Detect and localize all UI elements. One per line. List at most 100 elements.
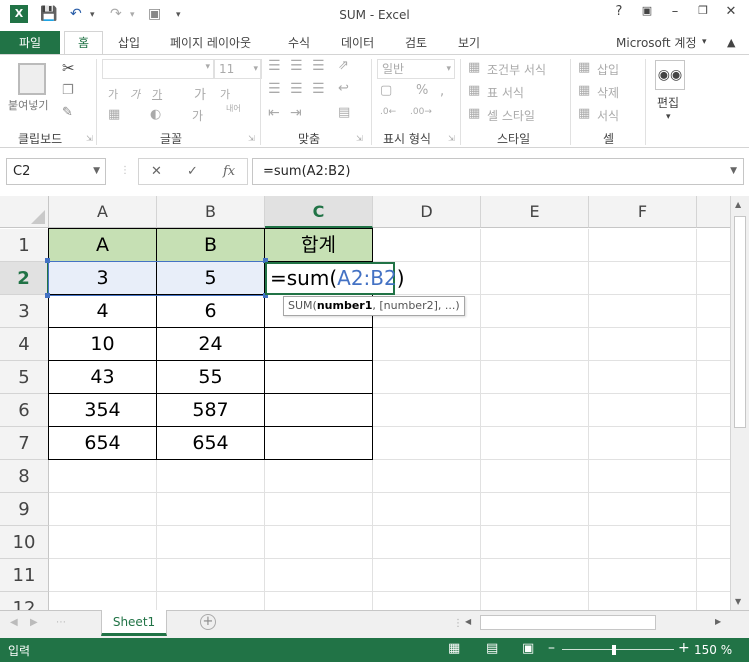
ribbon-display-options-icon[interactable]: ▣ xyxy=(636,4,658,24)
collapse-ribbon-icon[interactable]: ▲ xyxy=(727,36,735,49)
column-header-b[interactable]: B xyxy=(157,196,265,228)
currency-icon[interactable]: ▢ xyxy=(380,83,392,98)
decrease-decimal-icon[interactable]: .00→ xyxy=(410,107,432,117)
cell-b6[interactable]: 587 xyxy=(157,394,265,427)
zoom-out-icon[interactable]: – xyxy=(548,640,555,656)
select-all-corner[interactable] xyxy=(0,196,49,228)
row-header-6[interactable]: 6 xyxy=(0,394,49,427)
account-dropdown-icon[interactable]: ▾ xyxy=(702,37,707,47)
active-cell-editor[interactable]: =sum(A2:B2) xyxy=(265,262,405,295)
row-header-10[interactable]: 10 xyxy=(0,526,49,559)
page-layout-view-icon[interactable]: ▤ xyxy=(486,641,498,656)
alignment-launcher-icon[interactable]: ⇲ xyxy=(356,134,363,143)
tab-page-layout[interactable]: 페이지 레이아웃 xyxy=(170,34,251,51)
binoculars-icon[interactable]: ◉◉ xyxy=(655,60,685,90)
decrease-indent-icon[interactable]: ⇤ xyxy=(268,105,280,121)
cell-c6[interactable] xyxy=(265,394,373,427)
wrap-text-icon[interactable]: ↩ xyxy=(338,81,349,96)
merge-center-icon[interactable]: ▤ xyxy=(338,105,350,120)
cell-b1[interactable]: B xyxy=(157,229,265,262)
tab-insert[interactable]: 삽입 xyxy=(118,34,140,51)
font-size-combo[interactable]: 11 ▾ xyxy=(214,59,262,79)
comma-icon[interactable]: , xyxy=(440,84,444,99)
cell-a1[interactable]: A xyxy=(49,229,157,262)
expand-formula-bar-icon[interactable]: ▼ xyxy=(730,159,737,184)
format-as-table-button[interactable]: 표 서식 xyxy=(487,84,524,101)
cell-b2[interactable]: 5 xyxy=(157,262,265,295)
decrease-font-icon[interactable]: 가 xyxy=(220,86,230,102)
border-icon[interactable]: ▦ xyxy=(108,107,120,122)
scroll-left-icon[interactable]: ◀ xyxy=(465,617,471,626)
cell-c4[interactable] xyxy=(265,328,373,361)
row-header-7[interactable]: 7 xyxy=(0,427,49,460)
restore-button[interactable]: ❐ xyxy=(692,4,714,24)
insert-cells-icon[interactable]: ▦ xyxy=(578,60,590,75)
cell-c1[interactable]: 합계 xyxy=(265,229,373,262)
clipboard-launcher-icon[interactable]: ⇲ xyxy=(86,134,93,143)
cell-b3[interactable]: 6 xyxy=(157,295,265,328)
editing-dropdown-icon[interactable]: ▾ xyxy=(666,112,671,122)
column-header-e[interactable]: E xyxy=(481,196,589,228)
sheet-list-icon[interactable]: ⋯ xyxy=(56,617,66,628)
phonetic-button[interactable]: 내어 xyxy=(226,104,242,113)
cell-a7[interactable]: 654 xyxy=(49,427,157,460)
cell-b4[interactable]: 24 xyxy=(157,328,265,361)
tab-view[interactable]: 보기 xyxy=(458,34,480,51)
align-top-icon[interactable]: ☰ xyxy=(268,58,281,74)
cell-b7[interactable]: 654 xyxy=(157,427,265,460)
align-middle-icon[interactable]: ☰ xyxy=(290,58,303,74)
normal-view-icon[interactable]: ▦ xyxy=(448,641,460,656)
tab-formulas[interactable]: 수식 xyxy=(288,34,310,51)
copy-icon[interactable]: ❐ xyxy=(62,83,74,98)
tab-review[interactable]: 검토 xyxy=(405,34,427,51)
minimize-button[interactable]: – xyxy=(664,4,686,24)
cell-a4[interactable]: 10 xyxy=(49,328,157,361)
cell-b5[interactable]: 55 xyxy=(157,361,265,394)
underline-icon[interactable]: 가 xyxy=(152,86,162,102)
align-center-icon[interactable]: ☰ xyxy=(290,81,303,97)
tab-home[interactable]: 홈 xyxy=(64,31,103,56)
increase-decimal-icon[interactable]: .0← xyxy=(380,107,396,117)
vertical-scrollbar[interactable]: ▲ ▼ xyxy=(730,196,749,610)
tooltip-arg-current[interactable]: number1 xyxy=(317,299,373,312)
row-header-4[interactable]: 4 xyxy=(0,328,49,361)
scroll-thumb[interactable] xyxy=(734,216,746,428)
column-header-c[interactable]: C xyxy=(265,196,373,228)
align-left-icon[interactable]: ☰ xyxy=(268,81,281,97)
scroll-down-icon[interactable]: ▼ xyxy=(735,597,741,606)
align-bottom-icon[interactable]: ☰ xyxy=(312,58,325,74)
conditional-format-icon[interactable]: ▦ xyxy=(468,60,480,75)
row-header-1[interactable]: 1 xyxy=(0,229,49,262)
fill-color-icon[interactable]: ◐ xyxy=(150,107,161,122)
range-handle[interactable] xyxy=(45,293,50,298)
zoom-slider-track[interactable] xyxy=(562,649,674,650)
cell-styles-icon[interactable]: ▦ xyxy=(468,106,480,121)
cell-c7[interactable] xyxy=(265,427,373,460)
row-header-3[interactable]: 3 xyxy=(0,295,49,328)
paste-icon[interactable] xyxy=(18,63,46,95)
paste-button[interactable]: 붙여넣기 xyxy=(8,97,48,113)
column-header-g[interactable] xyxy=(697,196,730,228)
editing-button[interactable]: 편집 xyxy=(657,94,679,111)
tab-data[interactable]: 데이터 xyxy=(341,34,374,51)
orientation-icon[interactable]: ⇗ xyxy=(338,58,349,73)
cell-a3[interactable]: 4 xyxy=(49,295,157,328)
increase-indent-icon[interactable]: ⇥ xyxy=(290,105,302,121)
scroll-up-icon[interactable]: ▲ xyxy=(735,200,741,209)
cut-icon[interactable]: ✂ xyxy=(62,59,75,77)
confirm-entry-icon[interactable]: ✓ xyxy=(187,164,198,179)
insert-cells-button[interactable]: 삽입 xyxy=(597,61,619,78)
name-box[interactable]: C2 ▼ xyxy=(6,158,106,185)
tab-file[interactable]: 파일 xyxy=(0,31,60,55)
cell-a2[interactable]: 3 xyxy=(49,262,157,295)
format-as-table-icon[interactable]: ▦ xyxy=(468,83,480,98)
font-name-combo[interactable]: ▾ xyxy=(102,59,214,79)
cell-a5[interactable]: 43 xyxy=(49,361,157,394)
bold-icon[interactable]: 가 xyxy=(108,86,118,102)
zoom-slider-thumb[interactable] xyxy=(612,645,616,655)
font-color-icon[interactable]: 가 xyxy=(192,107,203,124)
page-break-view-icon[interactable]: ▣ xyxy=(522,641,534,656)
conditional-format-button[interactable]: 조건부 서식 xyxy=(487,61,546,78)
delete-cells-button[interactable]: 삭제 xyxy=(597,84,619,101)
column-header-f[interactable]: F xyxy=(589,196,697,228)
